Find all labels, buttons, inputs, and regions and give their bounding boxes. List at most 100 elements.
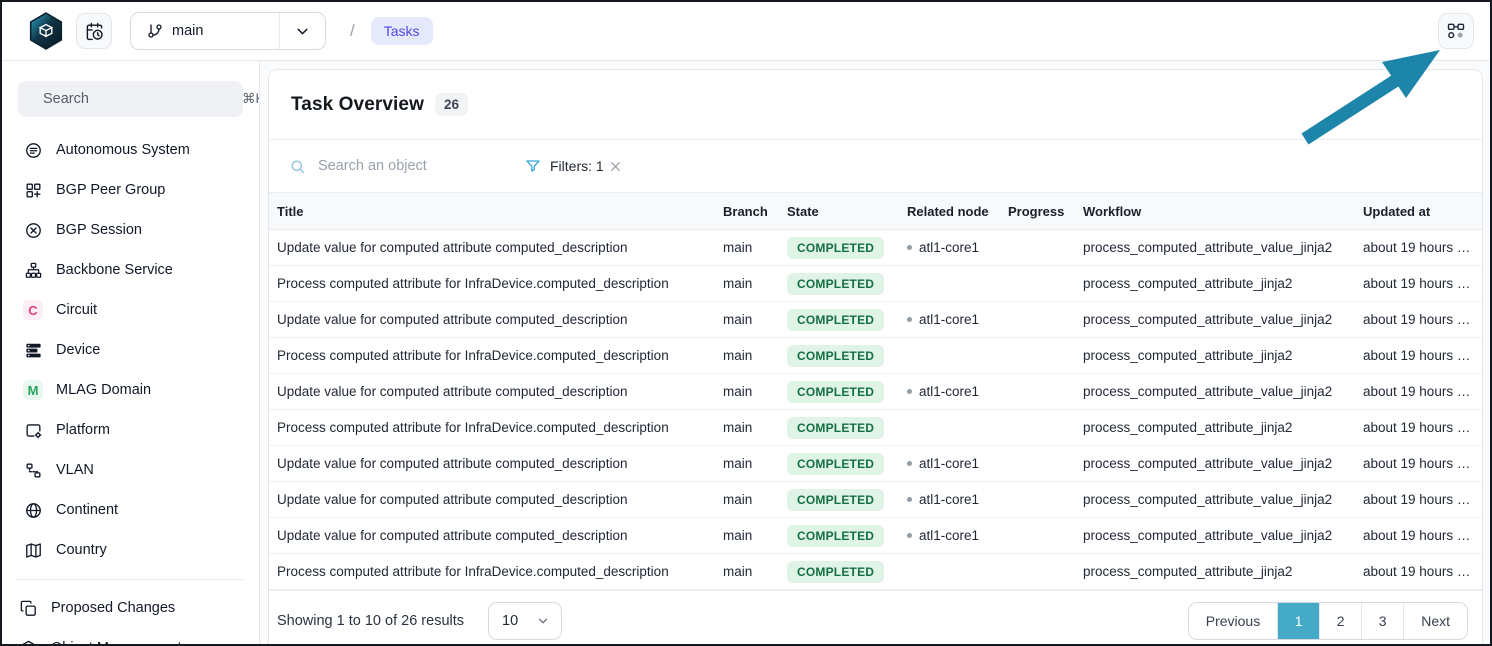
table-row[interactable]: Process computed attribute for InfraDevi… [269, 410, 1482, 446]
app-logo[interactable] [28, 12, 64, 50]
filters-button[interactable]: Filters: 1 [525, 158, 604, 174]
task-overview-card: Task Overview 26 Filters: 1 [268, 69, 1483, 644]
sidebar-item-circuit[interactable]: C Circuit [18, 290, 243, 330]
table-header-row: Title Branch State Related node Progress… [269, 193, 1482, 230]
table-row[interactable]: Update value for computed attribute comp… [269, 518, 1482, 554]
column-updated-at: Updated at [1355, 193, 1482, 230]
sidebar-item-object-management[interactable]: Object Management [18, 628, 243, 644]
breadcrumb-tasks[interactable]: Tasks [371, 17, 433, 45]
progress-cell [1000, 518, 1075, 554]
table-row[interactable]: Process computed attribute for InfraDevi… [269, 554, 1482, 590]
sidebar-item-platform[interactable]: Platform [18, 410, 243, 450]
bgp-peer-group-icon [24, 181, 43, 200]
search-icon [289, 158, 306, 175]
sidebar-item-bgp-peer-group[interactable]: BGP Peer Group [18, 170, 243, 210]
sidebar-item-proposed-changes[interactable]: Proposed Changes [18, 588, 243, 628]
sidebar-item-country[interactable]: Country [18, 530, 243, 570]
main-panel: Task Overview 26 Filters: 1 [260, 61, 1490, 644]
workflow-cell: process_computed_attribute_jinja2 [1075, 266, 1355, 302]
table-row[interactable]: Update value for computed attribute comp… [269, 374, 1482, 410]
related-node-cell [899, 410, 1000, 446]
branch-cell: main [715, 446, 779, 482]
tasks-table: Title Branch State Related node Progress… [269, 192, 1482, 590]
progress-cell [1000, 446, 1075, 482]
sidebar-item-label: Device [56, 342, 100, 358]
task-title-cell: Update value for computed attribute comp… [269, 518, 715, 554]
column-related-node: Related node [899, 193, 1000, 230]
table-row[interactable]: Process computed attribute for InfraDevi… [269, 338, 1482, 374]
related-node-label: atl1-core1 [919, 492, 979, 507]
object-search[interactable] [289, 157, 499, 175]
sidebar-item-mlag-domain[interactable]: M MLAG Domain [18, 370, 243, 410]
status-badge: COMPLETED [787, 525, 884, 547]
branch-selector[interactable]: main [130, 12, 326, 50]
status-badge: COMPLETED [787, 345, 884, 367]
sidebar-menu: Autonomous System BGP Peer Group BGP Ses… [18, 130, 243, 644]
branch-selector-toggle[interactable] [279, 13, 325, 49]
sidebar-item-label: Continent [56, 502, 118, 518]
node-bullet-icon [907, 533, 912, 538]
sidebar-item-label: Proposed Changes [51, 600, 175, 616]
table-row[interactable]: Process computed attribute for InfraDevi… [269, 266, 1482, 302]
clear-filters-button[interactable] [608, 159, 623, 174]
status-badge: COMPLETED [787, 453, 884, 475]
progress-cell [1000, 266, 1075, 302]
node-bullet-icon [907, 245, 912, 250]
node-bullet-icon [907, 461, 912, 466]
workflow-cell: process_computed_attribute_jinja2 [1075, 338, 1355, 374]
table-row[interactable]: Update value for computed attribute comp… [269, 446, 1482, 482]
progress-cell [1000, 374, 1075, 410]
chevron-down-icon [294, 23, 311, 40]
device-icon [24, 341, 43, 360]
sidebar-item-vlan[interactable]: VLAN [18, 450, 243, 490]
page-3-button[interactable]: 3 [1361, 603, 1403, 639]
related-node-cell[interactable]: atl1-core1 [899, 482, 1000, 518]
workflow-cell: process_computed_attribute_jinja2 [1075, 554, 1355, 590]
sidebar-item-autonomous-system[interactable]: Autonomous System [18, 130, 243, 170]
column-branch: Branch [715, 193, 779, 230]
page-size-select[interactable]: 10 [488, 602, 562, 640]
sidebar-search-input[interactable] [41, 90, 232, 108]
page-1-button[interactable]: 1 [1277, 603, 1319, 639]
related-node-cell [899, 266, 1000, 302]
related-node-cell[interactable]: atl1-core1 [899, 446, 1000, 482]
table-row[interactable]: Update value for computed attribute comp… [269, 230, 1482, 266]
sidebar-divider [16, 579, 243, 580]
status-badge: COMPLETED [787, 417, 884, 439]
sidebar-item-label: MLAG Domain [56, 382, 151, 398]
related-node-label: atl1-core1 [919, 456, 979, 471]
time-travel-button[interactable] [76, 13, 112, 49]
branch-cell: main [715, 554, 779, 590]
top-navigation-bar: main / Tasks [2, 2, 1490, 61]
state-cell: COMPLETED [779, 266, 899, 302]
sidebar-item-backbone-service[interactable]: Backbone Service [18, 250, 243, 290]
node-bullet-icon [907, 317, 912, 322]
state-cell: COMPLETED [779, 554, 899, 590]
sidebar-search[interactable]: ⌘K [18, 81, 243, 117]
branch-selector-value[interactable]: main [131, 13, 279, 49]
page-2-button[interactable]: 2 [1319, 603, 1361, 639]
table-row[interactable]: Update value for computed attribute comp… [269, 302, 1482, 338]
sidebar-item-continent[interactable]: Continent [18, 490, 243, 530]
state-cell: COMPLETED [779, 302, 899, 338]
next-page-button[interactable]: Next [1403, 603, 1467, 639]
schema-visualizer-button[interactable] [1438, 13, 1474, 49]
related-node-cell[interactable]: atl1-core1 [899, 302, 1000, 338]
branch-cell: main [715, 518, 779, 554]
sidebar-item-bgp-session[interactable]: BGP Session [18, 210, 243, 250]
related-node-cell[interactable]: atl1-core1 [899, 230, 1000, 266]
updated-at-cell: about 19 hours ago [1355, 374, 1482, 410]
object-search-input[interactable] [316, 157, 466, 175]
state-cell: COMPLETED [779, 338, 899, 374]
progress-cell [1000, 230, 1075, 266]
status-badge: COMPLETED [787, 489, 884, 511]
filter-toolbar: Filters: 1 [269, 140, 1482, 192]
autonomous-system-icon [24, 141, 43, 160]
previous-page-button[interactable]: Previous [1189, 603, 1277, 639]
sidebar-item-device[interactable]: Device [18, 330, 243, 370]
table-row[interactable]: Update value for computed attribute comp… [269, 482, 1482, 518]
related-node-cell[interactable]: atl1-core1 [899, 374, 1000, 410]
workflow-cell: process_computed_attribute_value_jinja2 [1075, 446, 1355, 482]
progress-cell [1000, 482, 1075, 518]
related-node-cell[interactable]: atl1-core1 [899, 518, 1000, 554]
